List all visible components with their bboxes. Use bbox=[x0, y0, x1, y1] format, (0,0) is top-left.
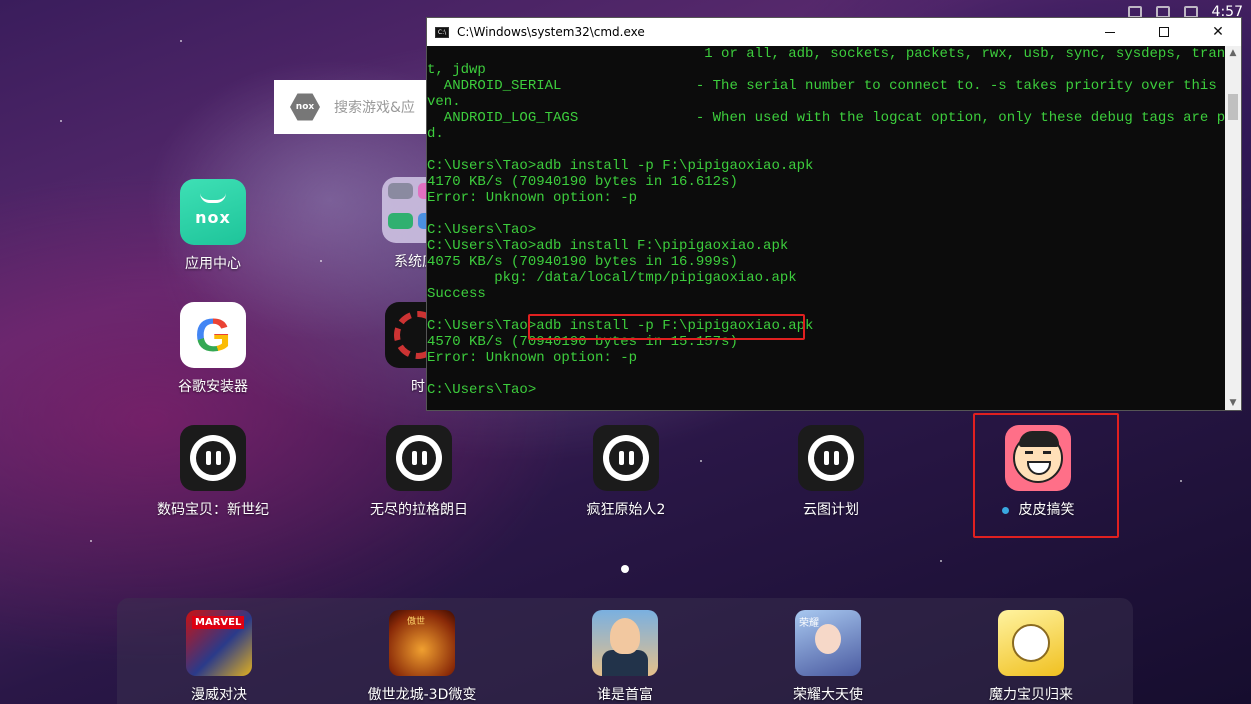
cmd-window[interactable]: C:\ C:\Windows\system32\cmd.exe ✕ 1 or a… bbox=[426, 17, 1242, 411]
console-line: t, jdwp bbox=[427, 62, 486, 78]
dragon-game-icon: 傲世 bbox=[389, 610, 455, 676]
cmd-console-output[interactable]: 1 or all, adb, sockets, packets, rwx, us… bbox=[427, 46, 1225, 410]
console-line: ANDROID_SERIAL - The serial number to co… bbox=[427, 78, 1225, 94]
star-decoration bbox=[320, 260, 322, 262]
star-decoration bbox=[940, 560, 942, 562]
app-center[interactable]: nox 应用中心 bbox=[148, 179, 278, 273]
cmd-title: C:\Windows\system32\cmd.exe bbox=[457, 25, 645, 39]
console-line: d. bbox=[427, 126, 444, 142]
console-line: C:\Users\Tao>adb install -p F:\pipigaoxi… bbox=[427, 158, 814, 174]
dock: MARVEL 漫威对决 傲世 傲世龙城-3D微变 谁是首富 荣耀 荣耀大天使 魔… bbox=[117, 598, 1133, 704]
scroll-up-icon[interactable]: ▲ bbox=[1225, 48, 1241, 58]
star-decoration bbox=[60, 120, 62, 122]
page-indicator bbox=[621, 565, 629, 573]
app-digimon[interactable]: 数码宝贝：新世纪 bbox=[148, 425, 278, 519]
google-icon: G bbox=[180, 302, 246, 368]
app-crazy-caveman[interactable]: 疯狂原始人2 bbox=[561, 425, 691, 519]
star-decoration bbox=[90, 540, 92, 542]
app-label: 云图计划 bbox=[803, 502, 859, 518]
pause-icon bbox=[798, 425, 864, 491]
console-line: ANDROID_LOG_TAGS - When used with the lo… bbox=[427, 110, 1225, 126]
angel-game-icon: 荣耀 bbox=[795, 610, 861, 676]
businessman-game-icon bbox=[592, 610, 658, 676]
marvel-game-icon: MARVEL bbox=[186, 610, 252, 676]
console-line: Error: Unknown option: -p bbox=[427, 350, 638, 366]
cmd-titlebar[interactable]: C:\ C:\Windows\system32\cmd.exe ✕ bbox=[427, 18, 1241, 46]
app-label: 荣耀大天使 bbox=[793, 687, 863, 703]
search-bar[interactable]: nox 搜索游戏&应 bbox=[274, 80, 434, 134]
maximize-icon bbox=[1159, 27, 1169, 37]
console-line: ven. bbox=[427, 94, 461, 110]
star-decoration bbox=[180, 40, 182, 42]
cmd-app-icon: C:\ bbox=[435, 26, 449, 38]
console-line: 4075 KB/s (70940190 bytes in 16.999s) bbox=[427, 254, 738, 270]
app-label: 疯狂原始人2 bbox=[586, 502, 666, 518]
cmd-scrollbar[interactable]: ▲ ▼ bbox=[1225, 46, 1241, 410]
console-line: 1 or all, adb, sockets, packets, rwx, us… bbox=[427, 46, 1225, 62]
app-highlight-box bbox=[973, 413, 1119, 538]
minimize-icon bbox=[1105, 31, 1115, 33]
maximize-button[interactable] bbox=[1141, 18, 1187, 46]
scroll-down-icon[interactable]: ▼ bbox=[1225, 398, 1241, 408]
app-label: 漫威对决 bbox=[191, 687, 247, 703]
crossgate-game-icon bbox=[998, 610, 1064, 676]
dock-app-glory-archangel[interactable]: 荣耀 荣耀大天使 bbox=[763, 610, 893, 704]
console-line: C:\Users\Tao> bbox=[427, 222, 537, 238]
app-label: 谷歌安装器 bbox=[178, 379, 248, 395]
app-endless-lagrange[interactable]: 无尽的拉格朗日 bbox=[354, 425, 484, 519]
pause-icon bbox=[593, 425, 659, 491]
search-placeholder: 搜索游戏&应 bbox=[334, 100, 415, 116]
star-decoration bbox=[1180, 480, 1182, 482]
app-label: 傲世龙城-3D微变 bbox=[367, 687, 477, 703]
console-line: C:\Users\Tao>adb install F:\pipigaoxiao.… bbox=[427, 238, 789, 254]
close-button[interactable]: ✕ bbox=[1195, 18, 1241, 46]
command-highlight-box bbox=[528, 314, 805, 340]
app-label: 谁是首富 bbox=[597, 687, 653, 703]
google-installer[interactable]: G 谷歌安装器 bbox=[148, 302, 278, 396]
nox-logo-icon: nox bbox=[290, 93, 320, 121]
nox-app-center-icon: nox bbox=[180, 179, 246, 245]
minimize-button[interactable] bbox=[1087, 18, 1133, 46]
scrollbar-thumb[interactable] bbox=[1228, 94, 1238, 120]
console-line: 4170 KB/s (70940190 bytes in 16.612s) bbox=[427, 174, 738, 190]
console-line: Success bbox=[427, 286, 486, 302]
console-line: C:\Users\Tao> bbox=[427, 382, 537, 398]
app-label: 应用中心 bbox=[185, 256, 241, 272]
dock-app-richest[interactable]: 谁是首富 bbox=[560, 610, 690, 704]
dock-app-dragon-city[interactable]: 傲世 傲世龙城-3D微变 bbox=[357, 610, 487, 704]
console-line: pkg: /data/local/tmp/pipigaoxiao.apk bbox=[427, 270, 797, 286]
console-line: Error: Unknown option: -p bbox=[427, 190, 638, 206]
pause-icon bbox=[180, 425, 246, 491]
app-label: 无尽的拉格朗日 bbox=[370, 502, 468, 518]
star-decoration bbox=[700, 460, 702, 462]
app-label: 魔力宝贝归来 bbox=[989, 687, 1073, 703]
app-cloud-plan[interactable]: 云图计划 bbox=[766, 425, 896, 519]
dock-app-crossgate[interactable]: 魔力宝贝归来 bbox=[966, 610, 1096, 704]
dock-app-marvel-duel[interactable]: MARVEL 漫威对决 bbox=[154, 610, 284, 704]
app-label: 数码宝贝：新世纪 bbox=[157, 502, 269, 518]
pause-icon bbox=[386, 425, 452, 491]
